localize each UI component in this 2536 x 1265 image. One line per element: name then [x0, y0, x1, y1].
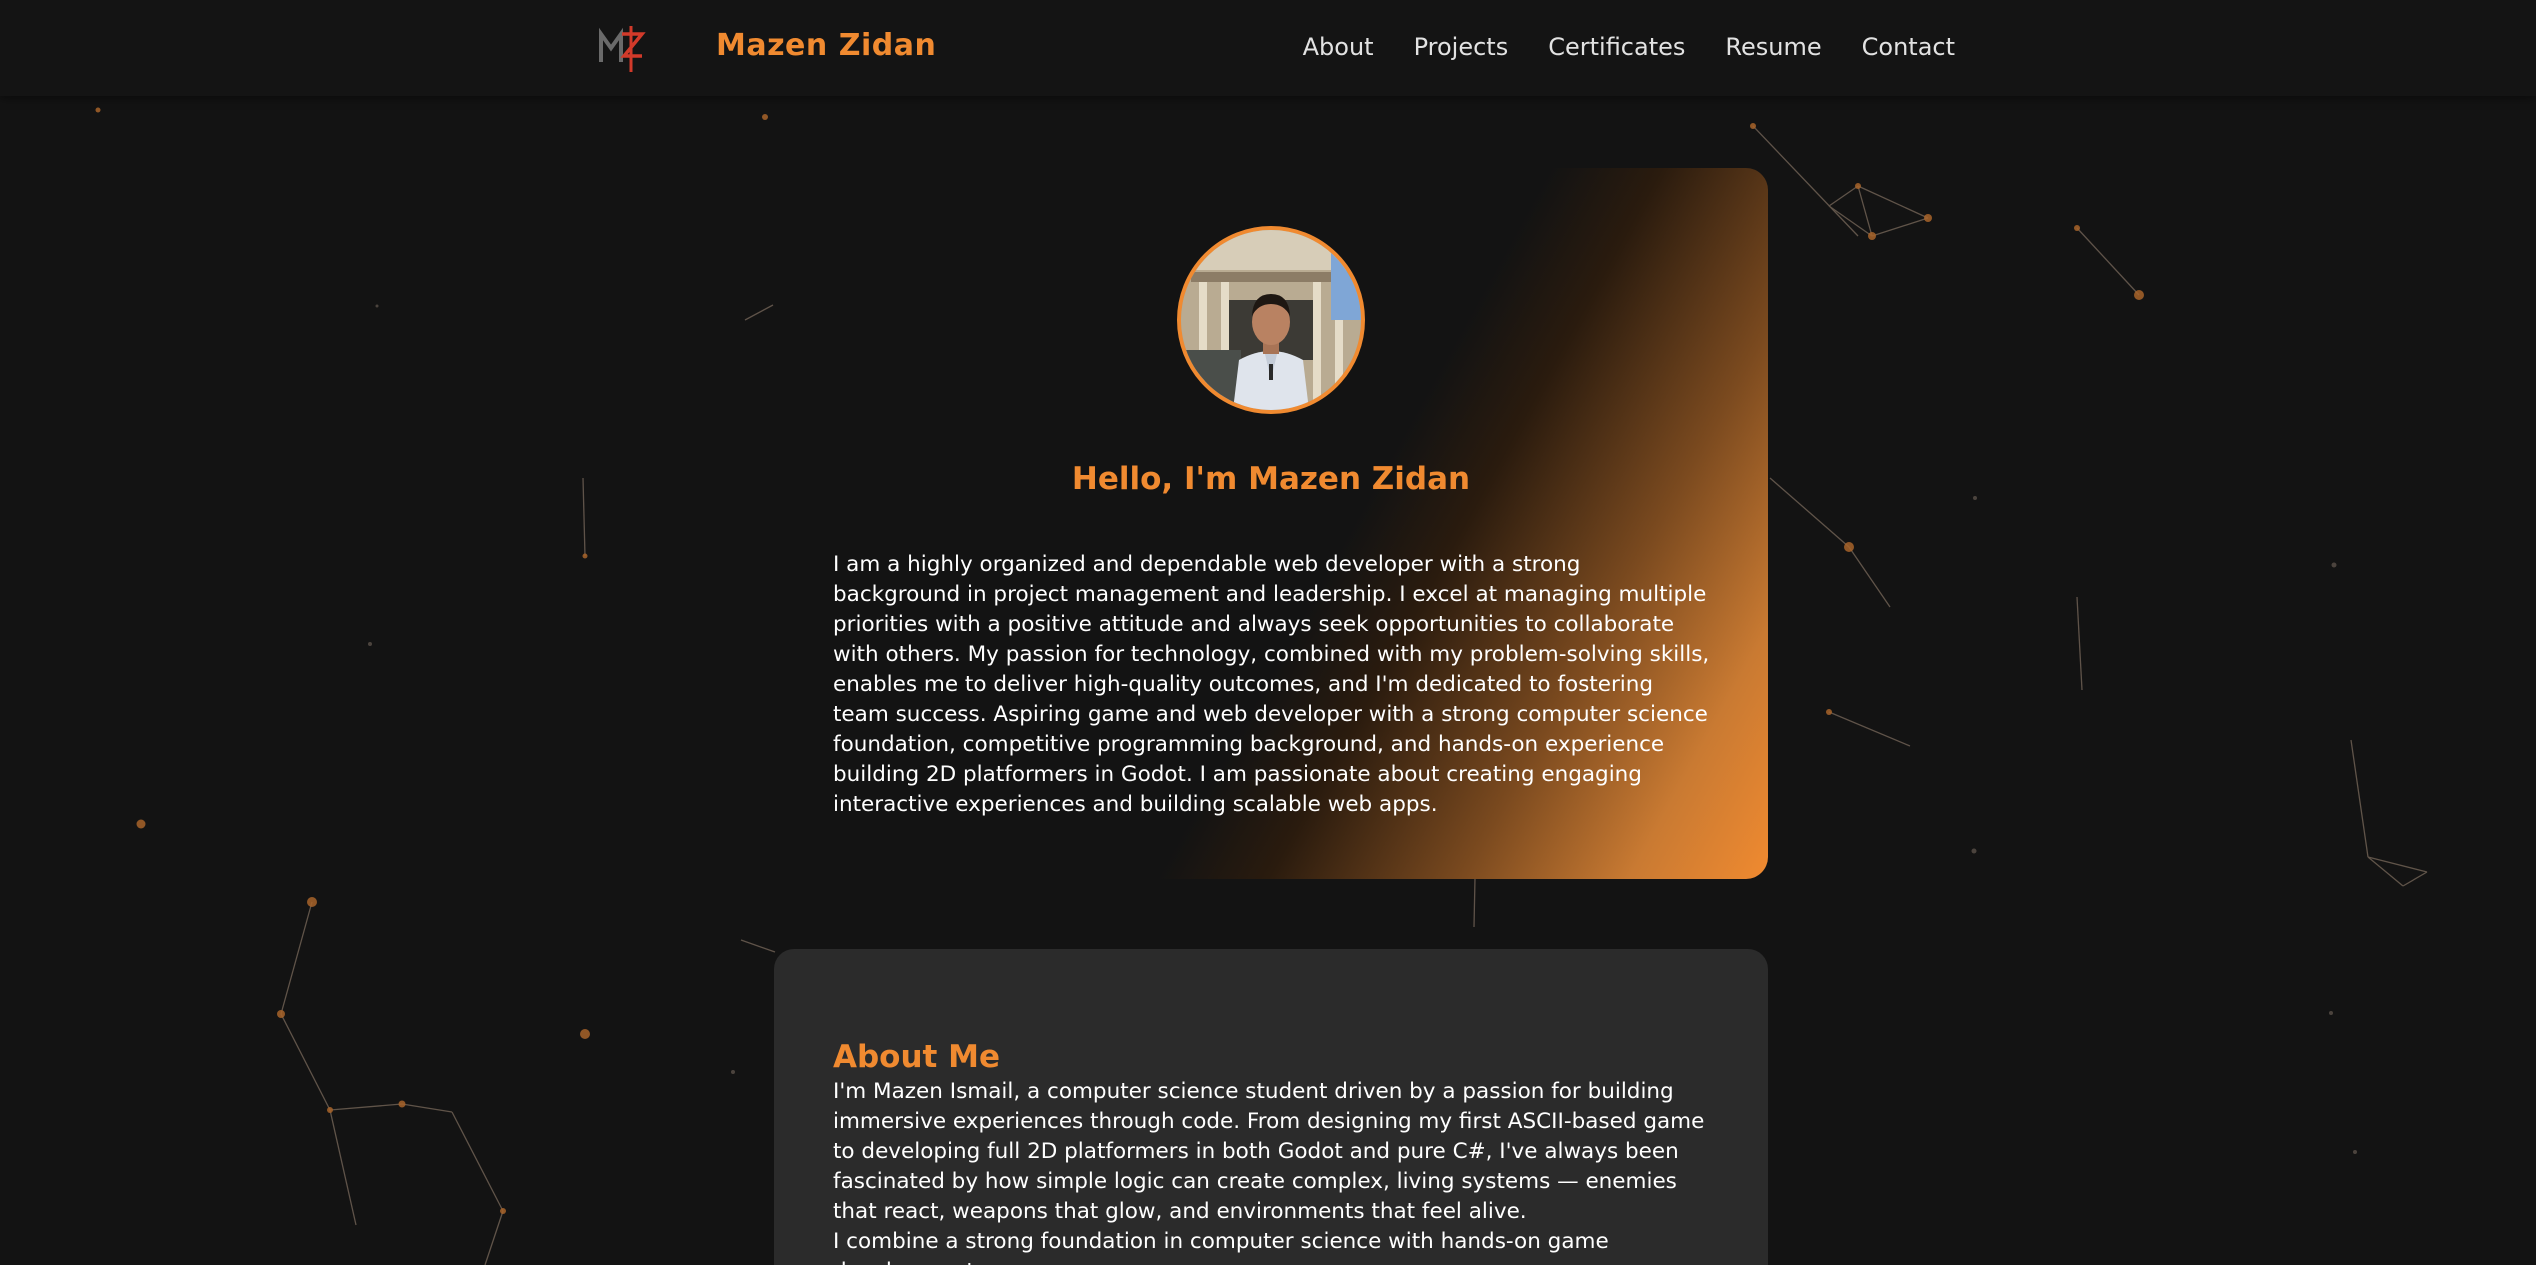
- about-paragraph: I'm Mazen Ismail, a computer science stu…: [833, 1079, 1705, 1224]
- brand-name[interactable]: Mazen Zidan: [716, 28, 936, 63]
- about-paragraph: I combine a strong foundation in compute…: [833, 1229, 1609, 1265]
- nav-link-resume[interactable]: Resume: [1725, 33, 1821, 61]
- nav-link-projects[interactable]: Projects: [1414, 33, 1509, 61]
- page: Mazen Zidan About Projects Certificates …: [0, 0, 2536, 1265]
- navbar: Mazen Zidan About Projects Certificates …: [0, 0, 2536, 96]
- nav-link-contact[interactable]: Contact: [1862, 33, 1955, 61]
- hero-bio: I am a highly organized and dependable w…: [833, 551, 1710, 817]
- nav-links: About Projects Certificates Resume Conta…: [1300, 33, 1955, 61]
- nav-link-about[interactable]: About: [1303, 33, 1374, 61]
- about-title: About Me: [833, 1038, 1001, 1075]
- hero-card: Hello, I'm Mazen Zidan I am a highly org…: [774, 168, 1768, 879]
- profile-photo-icon: [1181, 230, 1361, 410]
- hero-title: Hello, I'm Mazen Zidan: [1071, 460, 1471, 497]
- profile-avatar: [1177, 226, 1365, 414]
- about-section: About Me I'm Mazen Ismail, a computer sc…: [774, 949, 1768, 1265]
- mz-logo-icon[interactable]: [598, 26, 646, 72]
- nav-link-certificates[interactable]: Certificates: [1548, 33, 1685, 61]
- about-text: I'm Mazen Ismail, a computer science stu…: [833, 1077, 1723, 1265]
